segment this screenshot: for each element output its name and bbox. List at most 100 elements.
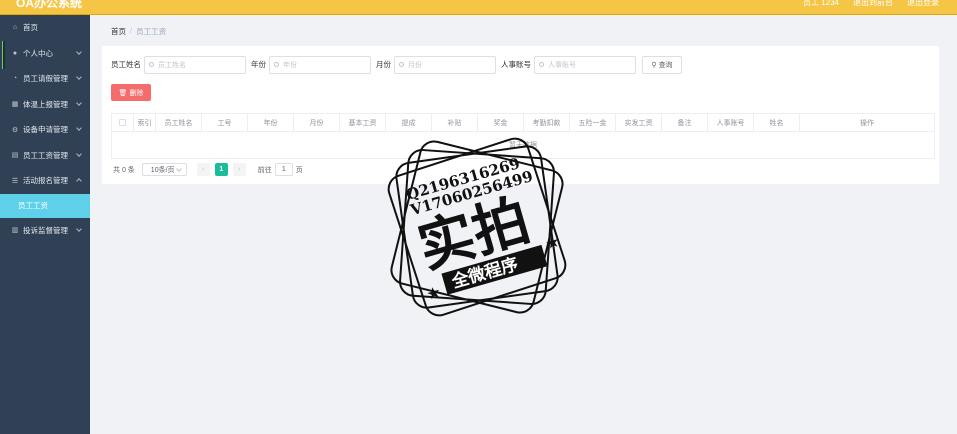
trash-icon: 🗑 [118, 89, 128, 97]
bell-icon: ◔ [12, 75, 18, 83]
delete-button[interactable]: 🗑 删除 [111, 84, 151, 101]
month-placeholder: 月份 [408, 61, 422, 69]
column-header: 基本工资 [340, 114, 386, 131]
table-header: 索引 员工姓名 工号 年份 月份 基本工资 提成 补贴 奖金 考勤扣款 五险一金… [111, 113, 935, 132]
column-header: 备注 [662, 114, 708, 131]
sidebar-item-complaint[interactable]: ▥ 投诉监督管理 [0, 218, 90, 244]
account-input[interactable]: 人事账号 [534, 55, 636, 74]
search-icon [149, 61, 154, 67]
main-content: 首页 / 员工工资 员工姓名 员工姓名 年份 年份 月份 月份 人事账号 人事账… [90, 15, 957, 434]
account-placeholder: 人事账号 [548, 61, 576, 69]
column-header: 奖金 [478, 114, 524, 131]
breadcrumb-current: 员工工资 [136, 27, 167, 36]
empty-text: 暂无数据 [509, 142, 537, 149]
column-header: 员工姓名 [156, 114, 202, 131]
menu-icon: ☰ [11, 177, 19, 185]
year-placeholder: 年份 [283, 61, 297, 69]
search-icon: ⚲ [651, 61, 657, 69]
content-card: 员工姓名 员工姓名 年份 年份 月份 月份 人事账号 人事账号 ⚲ 查询 🗑 删… [102, 46, 939, 184]
column-header: 考勤扣款 [524, 114, 570, 131]
sidebar-item-label: 员工工资管理 [23, 150, 68, 160]
search-icon [539, 61, 544, 67]
sidebar-item-label: 活动报名管理 [23, 176, 68, 186]
sidebar-item-label: 员工工资 [18, 201, 48, 210]
empty-table-row: 暂无数据 [111, 132, 935, 159]
home-link[interactable]: 退出到前台 [853, 0, 893, 8]
pagination: 共 0 条 10条/页 ‹ 1 › 前往 1 页 [113, 163, 303, 176]
goto-value: 1 [281, 166, 286, 173]
account-label: 人事账号 [501, 60, 531, 69]
search-icon [399, 61, 404, 67]
doc-icon: ▤ [11, 152, 19, 160]
goto-page-input[interactable]: 1 [274, 163, 293, 176]
user-label: 员工 1234 [802, 0, 839, 7]
sidebar-item-salary[interactable]: ▤ 员工工资管理 [0, 143, 90, 169]
goto-label: 前往 [257, 166, 272, 174]
name-label: 员工姓名 [111, 60, 141, 69]
month-label: 月份 [376, 60, 391, 69]
salary-table: 索引 员工姓名 工号 年份 月份 基本工资 提成 补贴 奖金 考勤扣款 五险一金… [111, 113, 935, 159]
app-title: OA办公系统 [16, 0, 83, 10]
year-label: 年份 [251, 60, 266, 69]
column-header: 工号 [202, 114, 248, 131]
column-header: 人事账号 [708, 114, 754, 131]
column-header: 提成 [386, 114, 432, 131]
page-number-current[interactable]: 1 [214, 163, 228, 176]
month-input[interactable]: 月份 [394, 55, 496, 74]
query-label: 查询 [658, 61, 673, 69]
chevron-down-icon [76, 99, 82, 106]
sidebar-item-equipment[interactable]: ⚙ 设备申请管理 [0, 117, 90, 143]
sidebar-item-label: 投诉监督管理 [23, 225, 68, 235]
name-input[interactable]: 员工姓名 [144, 55, 246, 74]
breadcrumb: 首页 / 员工工资 [111, 26, 166, 37]
prev-page-button[interactable]: ‹ [196, 163, 210, 176]
sidebar-item-home[interactable]: ⌂ 首页 [0, 15, 90, 41]
column-header: 索引 [134, 114, 156, 131]
select-all-cell [112, 114, 134, 131]
chart-icon: ▥ [11, 227, 19, 235]
logout-link[interactable]: 退出登录 [907, 0, 939, 8]
column-header: 五险一金 [570, 114, 616, 131]
breadcrumb-home[interactable]: 首页 [111, 26, 126, 37]
home-icon: ⌂ [12, 24, 18, 32]
breadcrumb-separator: / [130, 26, 133, 35]
header-actions: 员工 1234 退出到前台 退出登录 [803, 0, 939, 8]
chevron-down-icon [76, 225, 82, 232]
column-header: 年份 [248, 114, 294, 131]
name-placeholder: 员工姓名 [158, 61, 186, 69]
column-header: 操作 [860, 119, 874, 127]
sidebar-item-label: 体温上报管理 [23, 99, 68, 109]
search-icon [274, 61, 279, 67]
delete-label: 删除 [129, 89, 144, 97]
sidebar-item-label: 员工请假管理 [23, 74, 68, 84]
sidebar-item-label: 设备申请管理 [23, 125, 68, 135]
page-unit: 页 [295, 166, 303, 174]
sidebar-item-label: 个人中心 [23, 48, 53, 58]
chevron-down-icon [76, 125, 82, 131]
page-size-value: 10条/页 [150, 166, 175, 174]
chevron-up-icon [76, 178, 82, 184]
column-header: 姓名 [754, 114, 800, 131]
next-page-button[interactable]: › [232, 163, 246, 176]
sidebar-item-profile[interactable]: ● 个人中心 [0, 41, 90, 67]
search-form: 员工姓名 员工姓名 年份 年份 月份 月份 人事账号 人事账号 ⚲ 查询 [111, 55, 682, 74]
chevron-down-icon [76, 150, 82, 157]
sidebar-item-activity[interactable]: ☰ 活动报名管理 [0, 168, 90, 194]
sidebar-item-temperature[interactable]: ▦ 体温上报管理 [0, 92, 90, 118]
select-all-checkbox[interactable] [119, 119, 126, 126]
chevron-down-icon [76, 74, 82, 80]
query-button[interactable]: ⚲ 查询 [642, 55, 682, 74]
column-header: 实发工资 [616, 114, 662, 131]
sidebar-item-leave[interactable]: ◔ 员工请假管理 [0, 66, 90, 92]
column-header: 补贴 [432, 114, 478, 131]
chevron-right-icon: › [238, 166, 241, 173]
top-header: OA办公系统 员工 1234 退出到前台 退出登录 [0, 0, 957, 15]
column-header: 月份 [294, 114, 340, 131]
total-count: 共 0 条 [113, 166, 135, 174]
grid-icon: ▦ [11, 101, 19, 109]
page-size-select[interactable]: 10条/页 [141, 163, 187, 176]
gear-icon: ⚙ [11, 126, 19, 134]
sidebar-subitem-salary[interactable]: 员工工资 [0, 193, 90, 218]
year-input[interactable]: 年份 [269, 55, 371, 74]
chevron-down-icon [76, 48, 82, 55]
